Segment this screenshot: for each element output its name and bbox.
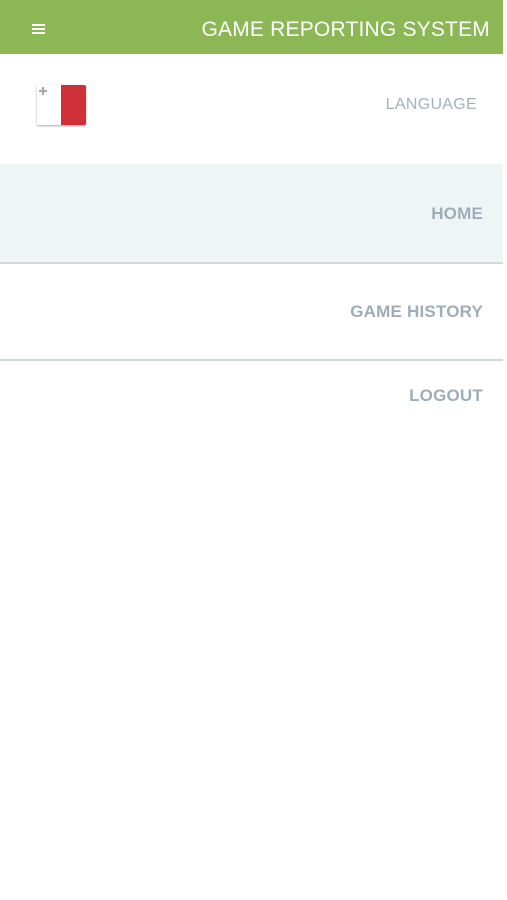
nav-item-game-history[interactable]: GAME HISTORY — [0, 264, 503, 359]
nav-item-label-home: HOME — [431, 204, 483, 223]
nav-item-logout[interactable]: LOGOUT — [0, 361, 503, 429]
app-shell: GAME REPORTING SYSTEM LANGUAGE HOME GAME… — [0, 0, 507, 900]
malta-flag-red-half — [61, 85, 86, 125]
menu-button[interactable] — [24, 16, 52, 40]
malta-flag-white-half — [37, 85, 61, 125]
language-link[interactable]: LANGUAGE — [386, 95, 477, 115]
screen-edge — [503, 0, 507, 900]
malta-flag-icon — [39, 87, 47, 95]
malta-flag-button[interactable] — [37, 85, 86, 125]
nav-item-label-logout: LOGOUT — [409, 386, 483, 405]
app-title: GAME REPORTING SYSTEM — [201, 18, 490, 41]
nav-item-home[interactable]: HOME — [0, 164, 503, 262]
hamburger-icon — [31, 23, 45, 34]
nav-item-label-game-history: GAME HISTORY — [350, 302, 483, 321]
top-app-bar: GAME REPORTING SYSTEM — [0, 0, 503, 54]
language-selector: LANGUAGE — [0, 54, 503, 164]
